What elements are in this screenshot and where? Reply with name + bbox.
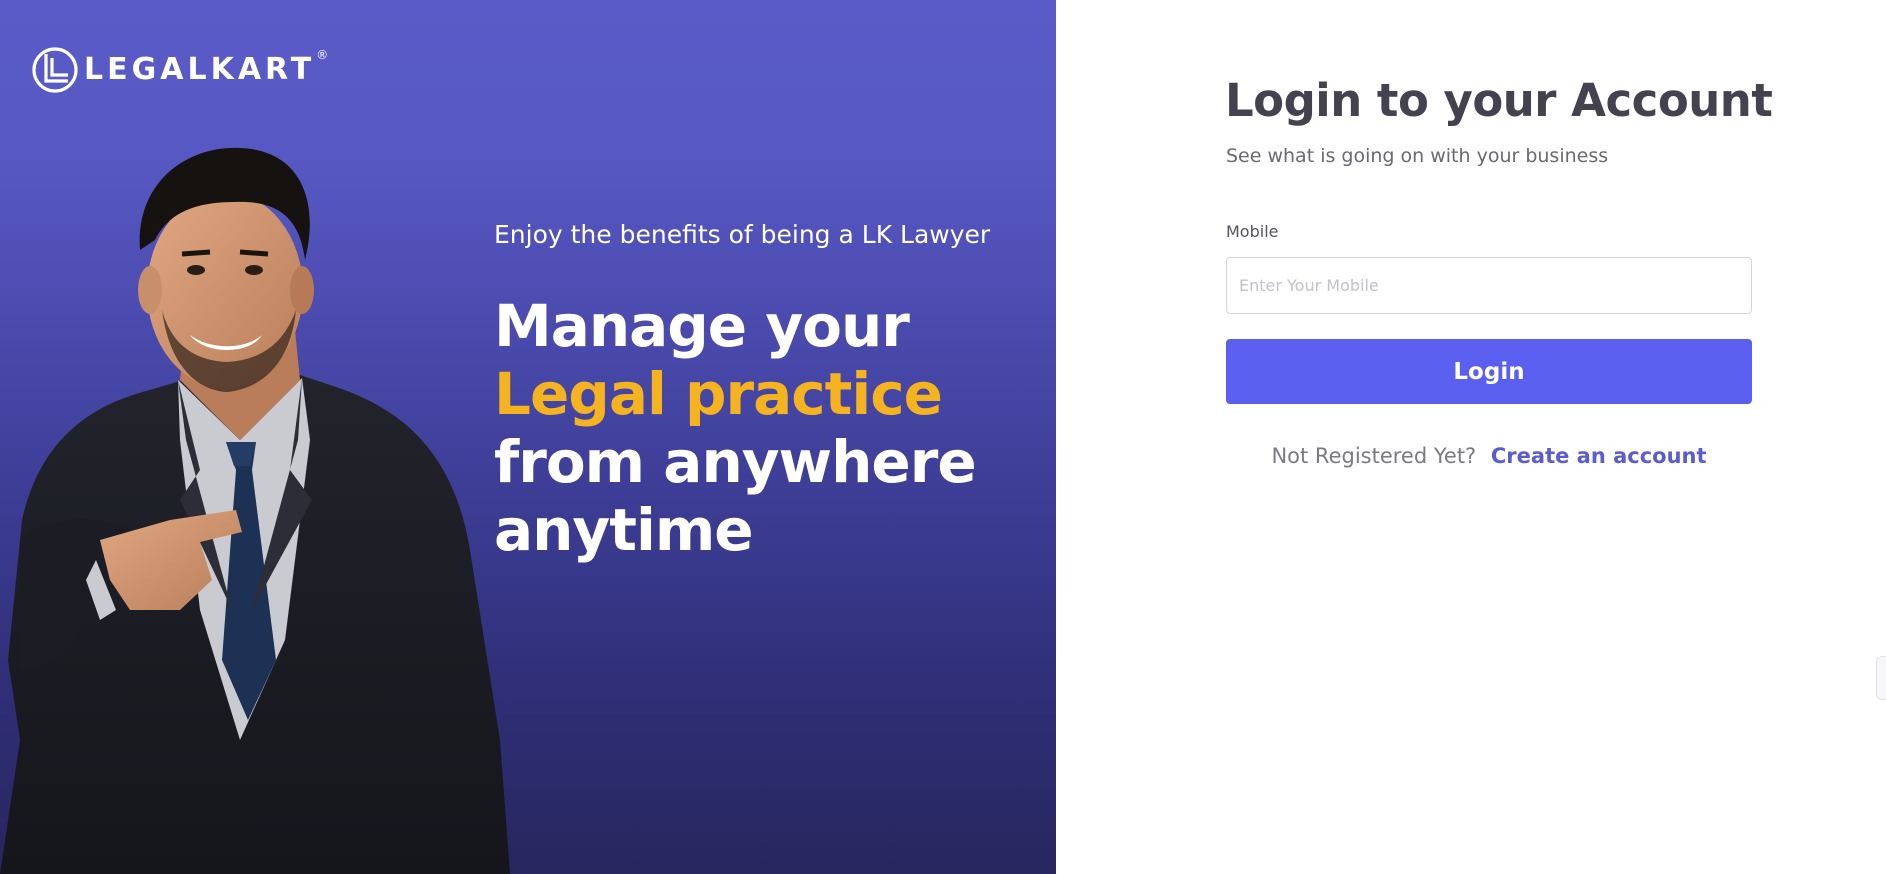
- headline-line-3: from anywhere: [494, 428, 977, 496]
- brand-name: LEGALKART: [84, 52, 316, 87]
- lawyer-photo: [0, 147, 510, 874]
- login-subtitle: See what is going on with your business: [1226, 145, 1609, 167]
- login-panel: Login to your Account See what is going …: [1056, 0, 1886, 874]
- register-row: Not Registered Yet? Create an account: [1226, 444, 1752, 468]
- hero-tagline: Enjoy the benefits of being a LK Lawyer: [494, 220, 991, 249]
- hero-panel: LEGALKART ® Enjoy the benefits of being …: [0, 0, 1056, 874]
- headline-line-accent: Legal practice: [494, 360, 943, 428]
- brand-logo[interactable]: LEGALKART ®: [30, 44, 328, 96]
- register-prompt: Not Registered Yet?: [1271, 444, 1477, 468]
- mobile-label: Mobile: [1226, 222, 1279, 241]
- headline-line-4: anytime: [494, 496, 754, 564]
- registered-mark: ®: [316, 48, 329, 62]
- create-account-link[interactable]: Create an account: [1491, 444, 1707, 468]
- login-button[interactable]: Login: [1226, 339, 1752, 404]
- side-widget-tab[interactable]: [1876, 656, 1886, 700]
- mobile-input[interactable]: [1226, 257, 1752, 314]
- legalkart-logo-icon: [32, 47, 78, 93]
- hero-headline: Manage your Legal practice from anywhere…: [494, 292, 1034, 564]
- headline-line-1: Manage your: [494, 292, 910, 360]
- login-title: Login to your Account: [1225, 74, 1773, 127]
